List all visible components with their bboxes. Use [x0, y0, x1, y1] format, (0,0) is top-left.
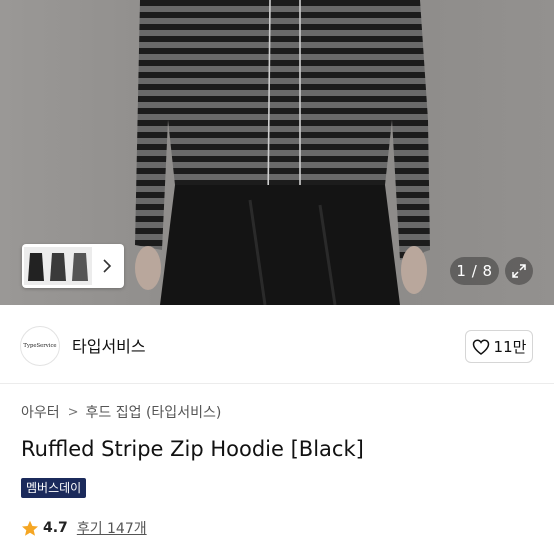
- event-badge: 멤버스데이: [21, 478, 87, 498]
- expand-diagonal-icon[interactable]: [505, 257, 533, 285]
- brand-row: TypeService 타입서비스 11만: [0, 305, 554, 383]
- thumbnail-strip[interactable]: [22, 244, 124, 288]
- product-title: Ruffled Stripe Zip Hoodie [Black]: [21, 437, 364, 461]
- breadcrumb-level1[interactable]: 아우터: [21, 402, 60, 422]
- like-button[interactable]: 11만: [465, 330, 533, 363]
- like-count: 11만: [493, 338, 527, 356]
- breadcrumb-separator: >: [67, 404, 79, 420]
- star-icon: [22, 520, 38, 536]
- heart-outline-icon: [472, 338, 489, 355]
- rating-score: 4.7: [43, 520, 68, 536]
- rating-summary: 4.7 후기 147개: [21, 518, 147, 538]
- chevron-right-icon[interactable]: [92, 244, 122, 288]
- review-count-link[interactable]: 후기 147개: [77, 518, 147, 538]
- thumbnail-image[interactable]: [24, 247, 92, 285]
- product-image-gallery[interactable]: 1 / 8: [0, 0, 554, 305]
- brand-logo-text: TypeService: [23, 343, 57, 349]
- breadcrumb-level2[interactable]: 후드 집업 (타입서비스): [86, 402, 222, 422]
- brand-logo[interactable]: TypeService: [20, 326, 60, 366]
- breadcrumb: 아우터 > 후드 집업 (타입서비스): [21, 402, 221, 422]
- brand-name[interactable]: 타입서비스: [72, 333, 146, 357]
- divider: [0, 383, 554, 384]
- image-counter: 1 / 8: [450, 257, 499, 285]
